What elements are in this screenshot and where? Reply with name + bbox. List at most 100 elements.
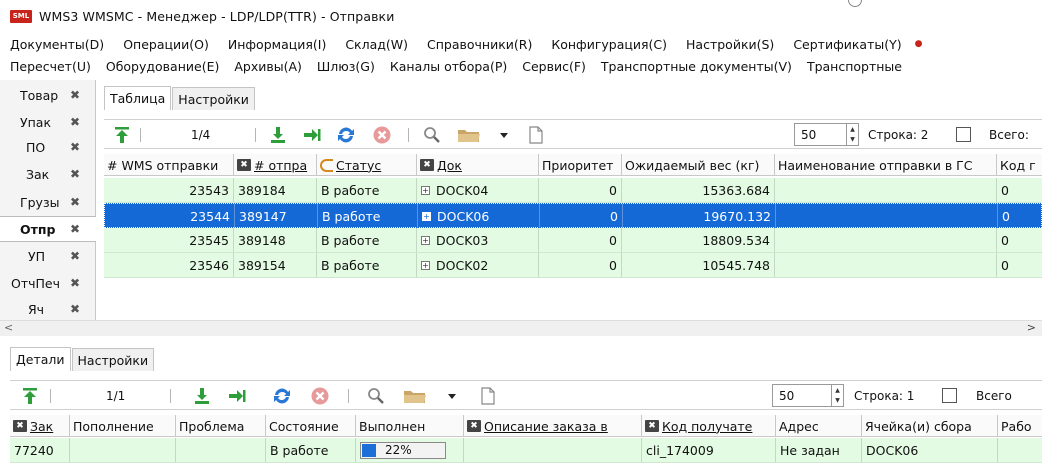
col-expected-weight[interactable]: Ожидаемый вес (кг) [622, 154, 775, 176]
menu-references[interactable]: Справочники(R) [427, 37, 532, 52]
col-work[interactable]: Рабо [998, 415, 1042, 437]
col-order-description[interactable]: ✖ Описание заказа в [464, 415, 642, 437]
close-x-icon[interactable]: ✖ [645, 420, 659, 432]
col-wms-shipment[interactable]: # WMS отправки [104, 154, 234, 176]
menu-settings[interactable]: Настройки(S) [686, 37, 774, 52]
col-order[interactable]: ✖ Зак [10, 415, 70, 437]
download-icon[interactable] [268, 125, 288, 145]
close-x-icon[interactable]: ✖ [70, 195, 80, 209]
col-address[interactable]: Адрес [776, 415, 862, 437]
col-refill[interactable]: Пополнение [70, 415, 176, 437]
tab-details[interactable]: Детали [10, 347, 71, 371]
expand-plus-icon[interactable]: + [421, 260, 430, 270]
page-size-spinner[interactable]: 50 ▲ ▼ [794, 123, 859, 146]
close-x-icon[interactable]: ✖ [70, 140, 80, 154]
menu-transport[interactable]: Транспортные [807, 59, 902, 74]
left-tab-reports[interactable]: ОтчПеч ✖ [0, 270, 96, 296]
import-icon[interactable] [227, 386, 247, 406]
col-done[interactable]: Выполнен [356, 415, 464, 437]
left-tab-goods[interactable]: Товар ✖ [0, 82, 96, 108]
new-document-icon[interactable] [526, 125, 546, 145]
expand-plus-icon[interactable]: + [421, 235, 430, 245]
expand-plus-icon[interactable]: + [421, 185, 430, 195]
menu-recount[interactable]: Пересчет(U) [10, 59, 91, 74]
col-state[interactable]: Состояние [266, 415, 356, 437]
close-x-icon[interactable]: ✖ [70, 249, 80, 263]
spinner-arrows-icon[interactable]: ▲ ▼ [846, 124, 858, 145]
dropdown-arrow-icon[interactable] [442, 386, 462, 406]
left-tab-po[interactable]: ПО ✖ [0, 134, 96, 160]
import-icon[interactable] [302, 125, 322, 145]
menu-overflow-icon[interactable]: ● [915, 39, 923, 49]
total-checkbox[interactable] [956, 127, 971, 142]
close-x-icon[interactable]: ✖ [70, 276, 80, 290]
stop-icon[interactable] [310, 386, 330, 406]
col-priority[interactable]: Приоритет [539, 154, 622, 176]
refresh-icon[interactable] [272, 386, 292, 406]
menu-transport-docs[interactable]: Транспортные документы(V) [601, 59, 792, 74]
table-row[interactable]: 23543 389184 В работе + DOCK04 0 15363.68… [104, 178, 1042, 203]
stop-icon[interactable] [372, 125, 392, 145]
folder-icon[interactable] [402, 386, 428, 406]
menu-archives[interactable]: Архивы(A) [234, 59, 302, 74]
col-status[interactable]: Статус [317, 154, 417, 176]
new-document-icon[interactable] [478, 386, 498, 406]
close-x-icon[interactable]: ✖ [237, 159, 251, 171]
refresh-icon[interactable] [336, 125, 356, 145]
menu-equipment[interactable]: Оборудование(E) [106, 59, 219, 74]
menu-warehouse[interactable]: Склад(W) [345, 37, 408, 52]
col-shipment-name[interactable]: Наименование отправки в ГС [775, 154, 997, 176]
tab-details-settings[interactable]: Настройки [71, 348, 155, 371]
col-problem[interactable]: Проблема [176, 415, 266, 437]
close-x-icon[interactable]: ✖ [70, 115, 80, 129]
col-code[interactable]: Код г [997, 154, 1042, 176]
close-x-icon[interactable]: ✖ [467, 420, 481, 432]
dropdown-arrow-icon[interactable] [494, 125, 514, 145]
scroll-right-icon[interactable]: > [1027, 321, 1036, 334]
page-size-spinner[interactable]: 50 ▲ ▼ [772, 384, 844, 407]
menu-gateway[interactable]: Шлюз(G) [317, 59, 375, 74]
menu-pick-channels[interactable]: Каналы отбора(P) [390, 59, 507, 74]
left-tab-packaging[interactable]: Упак ✖ [0, 109, 96, 135]
cell-dock: + DOCK03 [417, 228, 539, 252]
tab-table[interactable]: Таблица [104, 86, 172, 110]
close-x-icon[interactable]: ✖ [420, 159, 434, 171]
close-x-icon[interactable]: ✖ [13, 420, 27, 432]
col-dock[interactable]: ✖ Док [417, 154, 539, 176]
search-icon[interactable] [366, 386, 386, 406]
menu-certificates[interactable]: Сертификаты(Y) [793, 37, 901, 52]
move-top-icon[interactable] [20, 386, 40, 406]
left-tab-cells[interactable]: Яч ✖ [0, 296, 96, 322]
col-shipment-num[interactable]: ✖ # отпра [234, 154, 317, 176]
menu-information[interactable]: Информация(I) [228, 37, 326, 52]
menu-configuration[interactable]: Конфигурация(C) [551, 37, 667, 52]
close-x-icon[interactable]: ✖ [70, 302, 80, 316]
menu-documents[interactable]: Документы(D) [10, 37, 104, 52]
tab-settings[interactable]: Настройки [172, 87, 255, 110]
search-icon[interactable] [422, 125, 442, 145]
col-pick-cells[interactable]: Ячейка(и) сбора [862, 415, 998, 437]
close-x-icon[interactable]: ✖ [70, 167, 80, 181]
table-row[interactable]: 23545 389148 В работе + DOCK03 0 18809.53… [104, 228, 1042, 253]
left-tab-shipments[interactable]: Отпр ✖ [0, 216, 96, 242]
scroll-left-icon[interactable]: < [4, 321, 13, 334]
left-tab-up[interactable]: УП ✖ [0, 243, 96, 269]
download-icon[interactable] [192, 386, 212, 406]
table-row[interactable]: 23546 389154 В работе + DOCK02 0 10545.74… [104, 253, 1042, 278]
lower-subtabs: Детали Настройки [10, 347, 155, 371]
close-x-icon[interactable]: ✖ [70, 222, 80, 236]
upper-horizontal-scrollbar[interactable]: < > [0, 320, 1042, 336]
table-row-selected[interactable]: 23544 389147 В работе + DOCK06 0 19670.13… [104, 203, 1042, 228]
menu-operations[interactable]: Операции(O) [123, 37, 209, 52]
close-x-icon[interactable]: ✖ [70, 88, 80, 102]
spinner-arrows-icon[interactable]: ▲ ▼ [831, 385, 843, 406]
folder-icon[interactable] [456, 125, 482, 145]
table-row[interactable]: 77240 В работе 22% cli_174009 Не задан D… [10, 438, 1042, 463]
col-recipient-code[interactable]: ✖ Код получате [642, 415, 776, 437]
expand-plus-icon[interactable]: + [422, 211, 431, 221]
left-tab-orders[interactable]: Зак ✖ [0, 161, 96, 187]
menu-service[interactable]: Сервис(F) [522, 59, 586, 74]
move-top-icon[interactable] [112, 125, 132, 145]
total-checkbox[interactable] [942, 388, 957, 403]
left-tab-cargo[interactable]: Грузы ✖ [0, 189, 96, 215]
